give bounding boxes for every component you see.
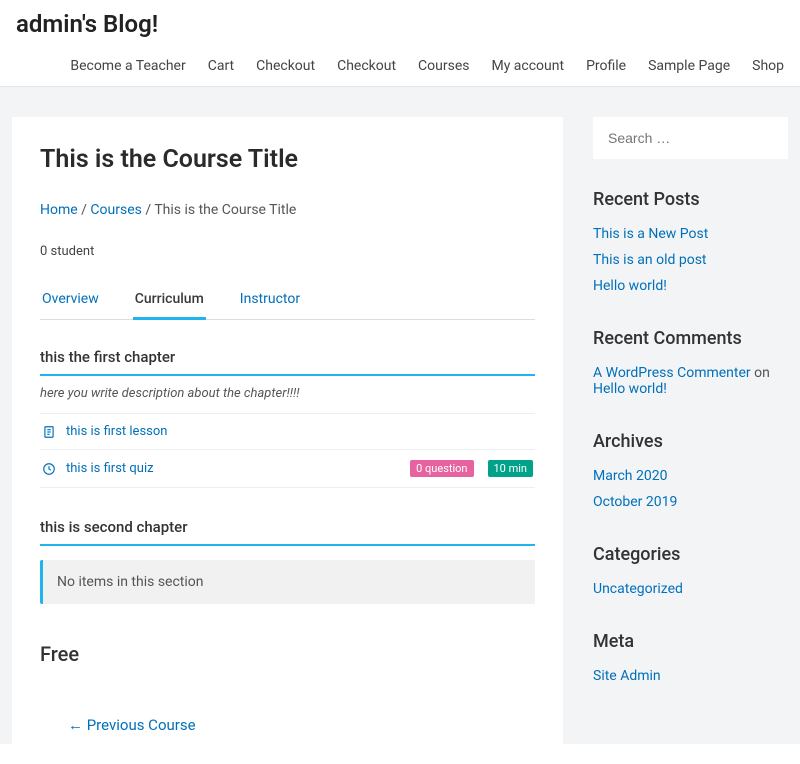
breadcrumb: Home / Courses / This is the Course Titl… xyxy=(40,202,535,218)
nav-item[interactable]: Profile xyxy=(586,58,626,74)
chapter-description: here you write description about the cha… xyxy=(40,376,535,413)
course-price: Free xyxy=(40,642,535,666)
course-title: This is the Course Title xyxy=(40,145,535,174)
question-badge: 0 question xyxy=(410,460,473,477)
nav-item[interactable]: Sample Page xyxy=(648,58,730,74)
archive-link[interactable]: October 2019 xyxy=(593,494,677,510)
recent-posts-widget: Recent Posts This is a New Post This is … xyxy=(593,189,788,294)
student-count: 0 student xyxy=(40,244,535,259)
commenter-link[interactable]: A WordPress Commenter xyxy=(593,365,751,381)
nav-item[interactable]: Checkout xyxy=(256,58,315,74)
time-badge: 10 min xyxy=(488,460,534,477)
breadcrumb-courses[interactable]: Courses xyxy=(90,202,141,218)
course-tabs: Overview Curriculum Instructor xyxy=(40,283,535,320)
lesson-link[interactable]: this is first lesson xyxy=(66,424,533,439)
main-content: This is the Course Title Home / Courses … xyxy=(12,117,563,744)
tab-curriculum[interactable]: Curriculum xyxy=(133,283,206,320)
search-input[interactable] xyxy=(608,130,789,146)
widget-title: Categories xyxy=(593,544,788,565)
category-link[interactable]: Uncategorized xyxy=(593,581,683,597)
chapter-section: this is second chapter No items in this … xyxy=(40,518,535,604)
nav-item[interactable]: Courses xyxy=(418,58,469,74)
post-link[interactable]: Hello world! xyxy=(593,278,667,294)
archive-link[interactable]: March 2020 xyxy=(593,468,667,484)
post-link[interactable]: This is a New Post xyxy=(593,226,708,242)
categories-widget: Categories Uncategorized xyxy=(593,544,788,597)
nav-item[interactable]: Cart xyxy=(208,58,234,74)
chapter-section: this the first chapter here you write de… xyxy=(40,348,535,488)
quiz-link[interactable]: this is first quiz xyxy=(66,461,400,476)
nav-item[interactable]: My account xyxy=(491,58,564,74)
widget-title: Archives xyxy=(593,431,788,452)
post-link[interactable]: This is an old post xyxy=(593,252,707,268)
nav-item[interactable]: Become a Teacher xyxy=(70,58,185,74)
meta-widget: Meta Site Admin xyxy=(593,631,788,684)
lesson-row[interactable]: this is first lesson xyxy=(40,413,535,449)
meta-link[interactable]: Site Admin xyxy=(593,668,661,684)
comment-item: A WordPress Commenter on Hello world! xyxy=(593,365,788,397)
widget-title: Recent Posts xyxy=(593,189,788,210)
comment-post-link[interactable]: Hello world! xyxy=(593,381,667,397)
site-title[interactable]: admin's Blog! xyxy=(16,10,784,38)
nav-item[interactable]: Checkout xyxy=(337,58,396,74)
nav-item[interactable]: Shop xyxy=(752,58,784,74)
tab-overview[interactable]: Overview xyxy=(40,283,101,319)
chapter-title: this the first chapter xyxy=(40,348,535,376)
recent-comments-widget: Recent Comments A WordPress Commenter on… xyxy=(593,328,788,397)
breadcrumb-current: This is the Course Title xyxy=(154,202,296,218)
previous-course-link[interactable]: ← Previous Course xyxy=(68,716,196,734)
no-items-notice: No items in this section xyxy=(40,560,535,604)
tab-instructor[interactable]: Instructor xyxy=(238,283,302,319)
primary-nav: Become a Teacher Cart Checkout Checkout … xyxy=(16,58,784,86)
clock-icon xyxy=(42,462,56,476)
archives-widget: Archives March 2020 October 2019 xyxy=(593,431,788,510)
quiz-row[interactable]: this is first quiz 0 question 10 min xyxy=(40,449,535,488)
breadcrumb-home[interactable]: Home xyxy=(40,202,78,218)
chapter-title: this is second chapter xyxy=(40,518,535,546)
sidebar: Recent Posts This is a New Post This is … xyxy=(593,117,788,694)
document-icon xyxy=(42,425,56,439)
search-box xyxy=(593,117,788,159)
widget-title: Meta xyxy=(593,631,788,652)
widget-title: Recent Comments xyxy=(593,328,788,349)
